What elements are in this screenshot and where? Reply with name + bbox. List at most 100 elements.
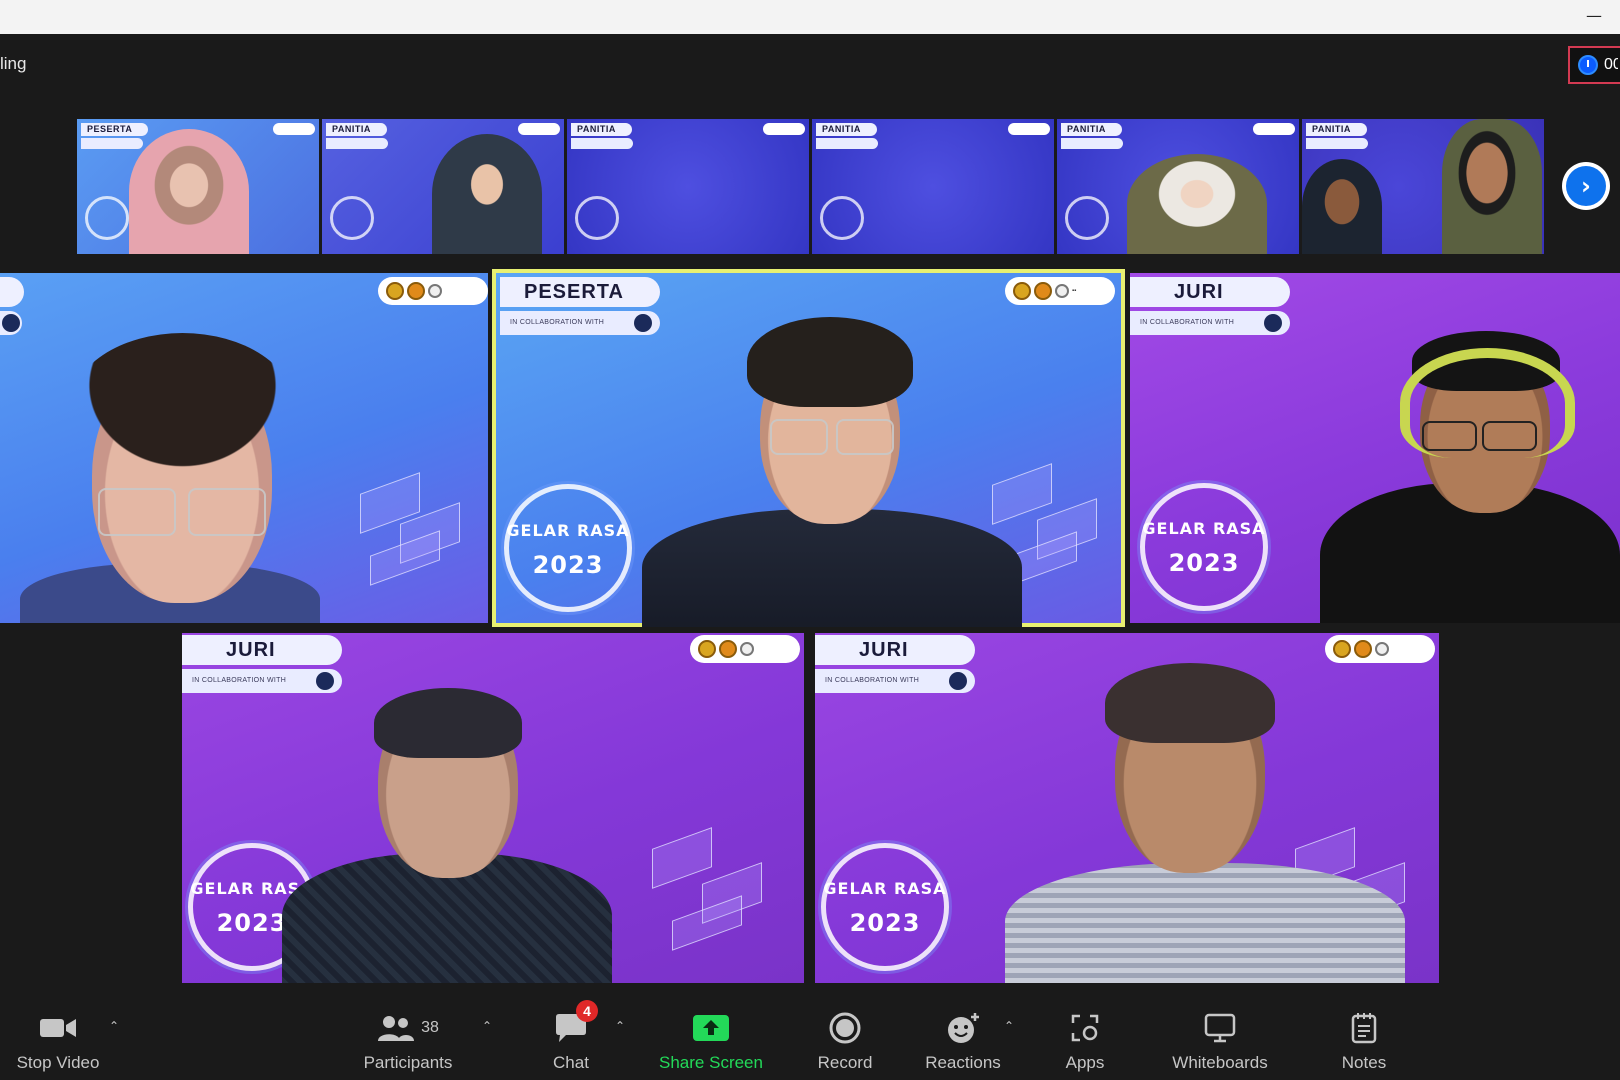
notes-button[interactable]: Notes xyxy=(1336,994,1392,1080)
apps-grid-icon xyxy=(1070,1008,1100,1048)
faculty-seal-icon xyxy=(1034,282,1052,300)
participant-body xyxy=(642,509,1022,627)
thumbnail-role-tag: PANITIA xyxy=(326,123,387,136)
share-arrow-icon xyxy=(692,1008,730,1048)
next-page-button[interactable]: › xyxy=(1562,162,1610,210)
sponsor-logos xyxy=(1253,123,1295,135)
participant-glasses xyxy=(1482,421,1537,451)
participant-thumbnail[interactable]: PANITIA xyxy=(322,119,564,254)
badge-title: GELAR RASA xyxy=(823,879,947,898)
university-seal-icon xyxy=(1013,282,1031,300)
participants-button[interactable]: 38 Participants xyxy=(352,994,464,1080)
chat-options-caret-icon[interactable]: ⌃ xyxy=(614,1020,626,1032)
window-title-bar: — xyxy=(0,0,1620,34)
participant-hair xyxy=(1105,663,1275,743)
record-button[interactable]: Record xyxy=(812,994,878,1080)
stop-video-button[interactable]: Stop Video xyxy=(10,994,106,1080)
thumbnail-role-tag: PESERTA xyxy=(81,123,149,136)
thumbnail-role-tag: PANITIA xyxy=(1306,123,1367,136)
stop-video-label: Stop Video xyxy=(16,1053,100,1072)
meeting-timer[interactable]: 00 xyxy=(1568,46,1620,84)
sponsor-logos xyxy=(378,277,488,305)
sponsor-logos xyxy=(763,123,805,135)
record-circle-icon xyxy=(829,1008,861,1048)
role-tag: PESERTA xyxy=(500,277,660,307)
participant-thumbnail[interactable]: PANITIA xyxy=(812,119,1054,254)
participant-video xyxy=(432,134,542,254)
partner-logo xyxy=(634,314,652,332)
event-logo-icon xyxy=(1055,284,1069,298)
event-logo-icon xyxy=(740,642,754,656)
apps-label: Apps xyxy=(1065,1053,1105,1072)
participant-hair xyxy=(374,688,522,758)
badge-title: GELAR RASA xyxy=(1142,519,1266,538)
whiteboards-button[interactable]: Whiteboards xyxy=(1162,994,1278,1080)
chat-unread-badge: 4 xyxy=(576,1000,598,1022)
partner-logo xyxy=(949,672,967,690)
participant-thumbnail[interactable]: PANITIA xyxy=(1302,119,1544,254)
recording-label: ling xyxy=(0,54,27,73)
role-tag xyxy=(0,277,24,307)
participant-glasses xyxy=(1422,421,1477,451)
sponsor-logos xyxy=(690,635,800,663)
whiteboard-icon xyxy=(1204,1008,1236,1048)
thumbnail-strip: PESERTA PANITIA PANITIA PANITIA PANITIA … xyxy=(77,119,1544,254)
notepad-icon xyxy=(1351,1008,1377,1048)
active-speaker-tile[interactable]: PESERTA IN COLLABORATION WITH ▪▪ GELAR R… xyxy=(492,269,1125,627)
chevron-right-icon: › xyxy=(1566,166,1606,206)
video-options-caret-icon[interactable]: ⌃ xyxy=(108,1020,120,1032)
chat-button[interactable]: 4 Chat xyxy=(546,994,598,1080)
record-label: Record xyxy=(817,1053,873,1072)
badge-year: 2023 xyxy=(849,909,921,937)
minimize-icon[interactable]: — xyxy=(1586,8,1602,24)
gelar-rasa-badge xyxy=(504,484,632,612)
sponsor-logos: ▪▪ xyxy=(1005,277,1115,305)
gelar-rasa-badge xyxy=(1065,196,1109,240)
video-tile[interactable] xyxy=(0,273,488,623)
badge-year: 2023 xyxy=(1168,549,1240,577)
participants-options-caret-icon[interactable]: ⌃ xyxy=(481,1020,493,1032)
collab-text: IN COLLABORATION WITH xyxy=(510,319,605,326)
participant-video xyxy=(1442,119,1542,254)
participant-glasses xyxy=(770,419,828,455)
partner-logo xyxy=(316,672,334,690)
meeting-toolbar: Stop Video ⌃ 38 Participants ⌃ 4 Chat ⌃ … xyxy=(0,994,1620,1080)
participant-thumbnail[interactable]: PANITIA xyxy=(567,119,809,254)
participant-video xyxy=(1302,159,1382,254)
partner-logo xyxy=(2,314,20,332)
collab-banner: IN COLLABORATION WITH xyxy=(500,311,660,335)
participant-video xyxy=(129,129,249,254)
apps-button[interactable]: Apps xyxy=(1058,994,1112,1080)
participant-thumbnail[interactable]: PESERTA xyxy=(77,119,319,254)
participant-thumbnail[interactable]: PANITIA xyxy=(1057,119,1299,254)
role-tag: JURI xyxy=(182,635,342,665)
reactions-label: Reactions xyxy=(925,1053,1001,1072)
university-seal-icon xyxy=(1333,640,1351,658)
sponsor-logos xyxy=(1008,123,1050,135)
gelar-rasa-badge xyxy=(821,843,949,971)
video-tile[interactable]: JURI IN COLLABORATION WITH GELAR RASA 20… xyxy=(182,633,804,983)
partner-logo xyxy=(1264,314,1282,332)
participants-label: Participants xyxy=(363,1053,453,1072)
participant-hair xyxy=(747,317,913,407)
share-screen-button[interactable]: Share Screen xyxy=(656,994,766,1080)
university-seal-icon xyxy=(386,282,404,300)
reactions-button[interactable]: Reactions xyxy=(922,994,1004,1080)
gelar-rasa-badge xyxy=(1140,483,1268,611)
gelar-rasa-badge xyxy=(820,196,864,240)
stopwatch-icon xyxy=(1578,55,1598,75)
collab-text: IN COLLABORATION WITH xyxy=(1140,319,1235,326)
collab-banner xyxy=(1306,138,1368,149)
thumbnail-role-tag: PANITIA xyxy=(816,123,877,136)
reactions-options-caret-icon[interactable]: ⌃ xyxy=(1003,1020,1015,1032)
share-screen-label: Share Screen xyxy=(659,1053,763,1072)
faculty-seal-icon xyxy=(1354,640,1372,658)
gelar-rasa-badge xyxy=(575,196,619,240)
participant-body xyxy=(1005,863,1405,983)
video-tile[interactable]: JURI IN COLLABORATION WITH GELAR RASA 20… xyxy=(815,633,1439,983)
sponsor-logos xyxy=(1325,635,1435,663)
sponsor-logos xyxy=(273,123,315,135)
badge-year: 2023 xyxy=(532,551,604,579)
timer-text: 00 xyxy=(1604,56,1618,73)
video-tile[interactable]: JURI IN COLLABORATION WITH GELAR RASA 20… xyxy=(1130,273,1620,623)
